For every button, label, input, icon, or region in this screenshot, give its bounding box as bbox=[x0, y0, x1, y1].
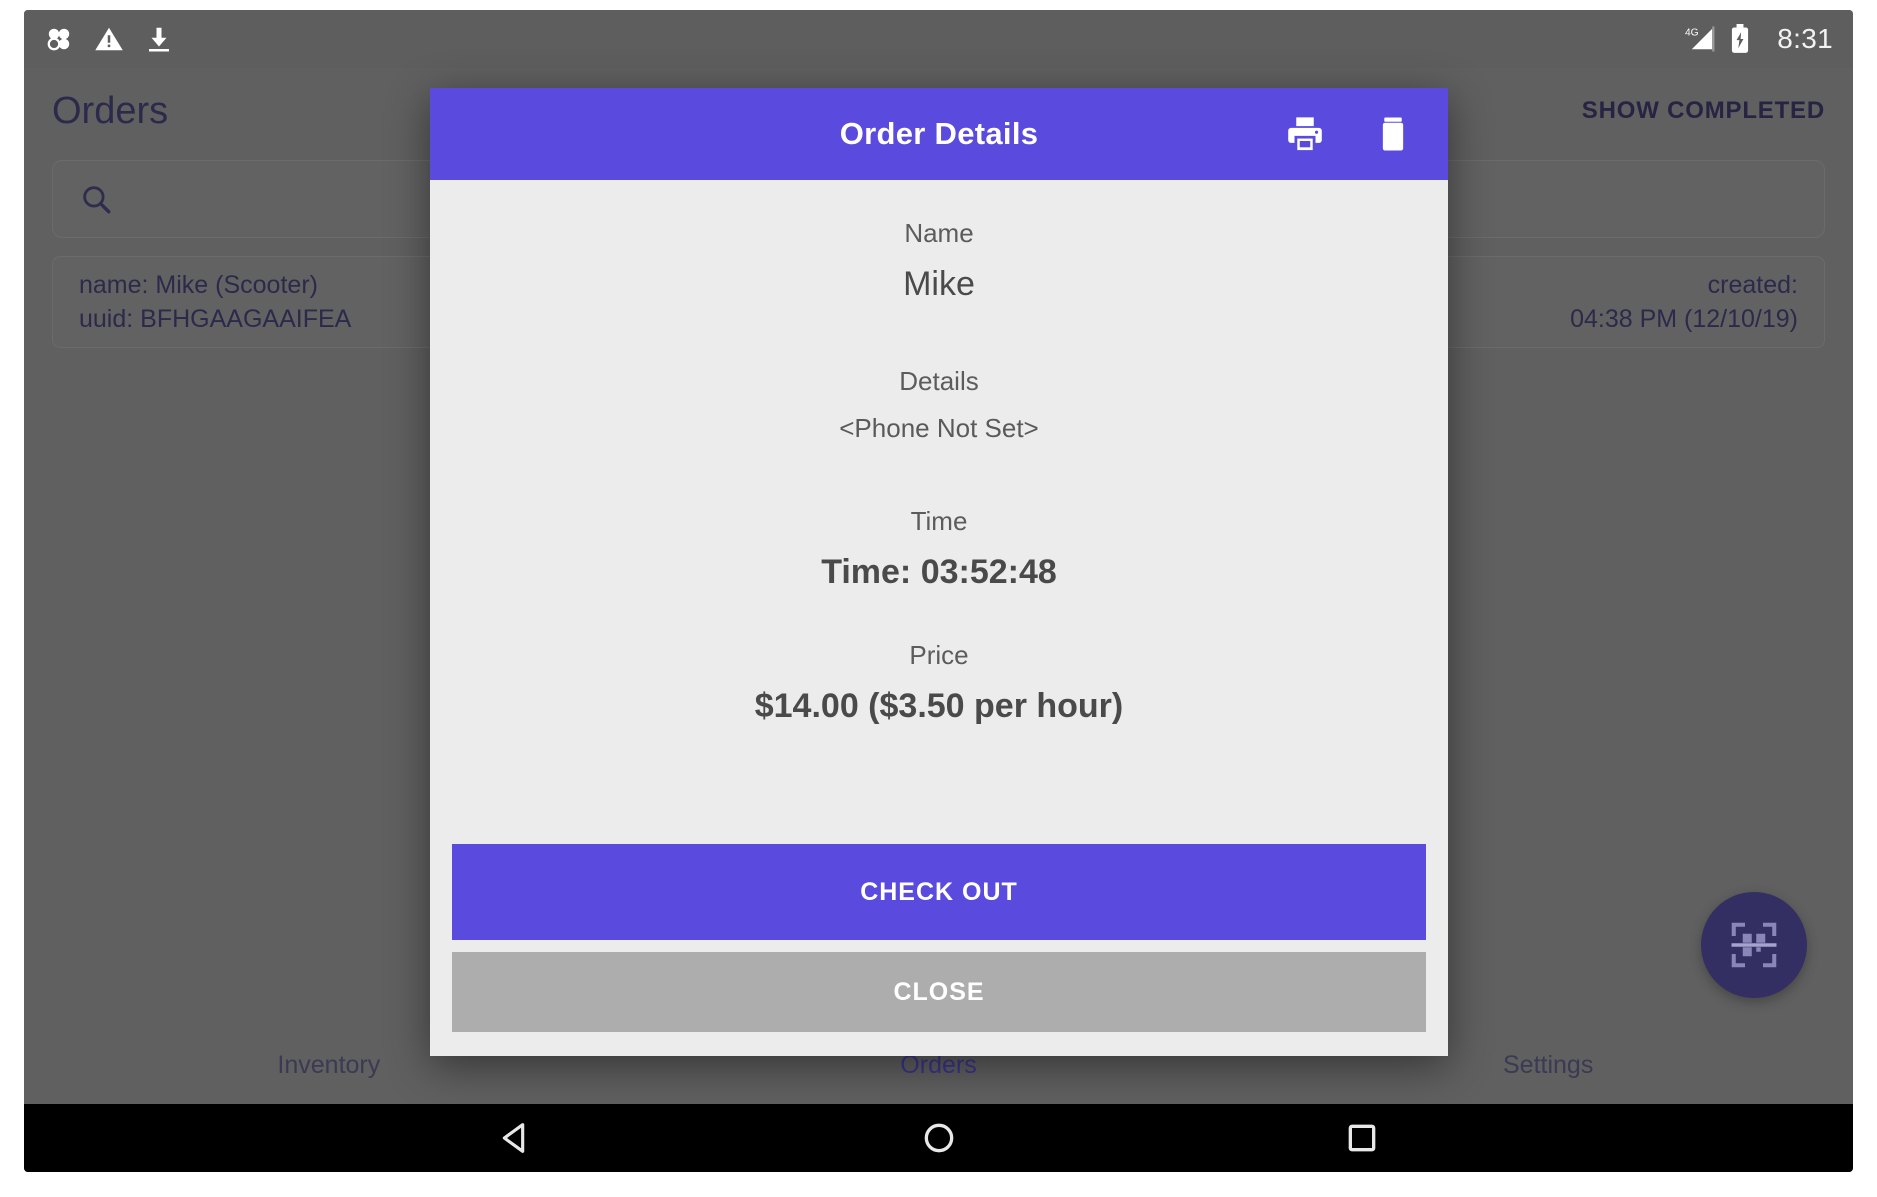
dialog-actions: CHECK OUT CLOSE bbox=[430, 844, 1448, 1056]
screenshot-root: 4G 8:31 Orders SHOW COMPLETED name: Mike… bbox=[0, 0, 1877, 1197]
order-created: created: 04:38 PM (12/10/19) bbox=[1570, 270, 1798, 334]
warning-icon bbox=[94, 24, 124, 54]
dialog-body: Name Mike Details <Phone Not Set> Time T… bbox=[430, 180, 1448, 844]
app-content: Orders SHOW COMPLETED name: Mike (Scoote… bbox=[24, 68, 1853, 1104]
home-circle-icon[interactable] bbox=[917, 1116, 961, 1160]
field-price-label: Price bbox=[909, 640, 969, 670]
check-out-button[interactable]: CHECK OUT bbox=[452, 844, 1426, 940]
qr-scan-fab[interactable] bbox=[1701, 892, 1807, 998]
close-button[interactable]: CLOSE bbox=[452, 952, 1426, 1032]
field-time-value: Time: 03:52:48 bbox=[821, 553, 1057, 591]
apps-icon bbox=[44, 24, 74, 54]
download-icon bbox=[144, 24, 174, 54]
recents-square-icon[interactable] bbox=[1340, 1116, 1384, 1160]
field-price-value: $14.00 ($3.50 per hour) bbox=[754, 687, 1124, 725]
field-details: Details <Phone Not Set> bbox=[430, 366, 1448, 444]
signal-4g-icon: 4G bbox=[1685, 24, 1715, 54]
order-name: name: Mike (Scooter) bbox=[79, 271, 318, 299]
search-icon bbox=[79, 182, 113, 216]
order-details-dialog: Order Details Name Mike Details <Phone N… bbox=[430, 88, 1448, 1056]
svg-text:4G: 4G bbox=[1685, 28, 1699, 39]
status-bar-left-icons bbox=[44, 24, 174, 54]
android-navigation-bar bbox=[24, 1104, 1853, 1172]
page-title: Orders bbox=[52, 89, 169, 132]
android-device-screen: 4G 8:31 Orders SHOW COMPLETED name: Mike… bbox=[24, 10, 1853, 1172]
field-time: Time Time: 03:52:48 bbox=[430, 506, 1448, 592]
order-uuid: uuid: BFHGAAGAAIFEA bbox=[79, 305, 352, 333]
order-created-value: 04:38 PM (12/10/19) bbox=[1570, 305, 1798, 333]
field-name-label: Name bbox=[904, 218, 974, 248]
field-details-label: Details bbox=[899, 366, 979, 396]
back-triangle-icon[interactable] bbox=[494, 1116, 538, 1160]
battery-charging-icon bbox=[1729, 24, 1759, 54]
dialog-header: Order Details bbox=[430, 88, 1448, 180]
dialog-header-actions bbox=[1284, 113, 1414, 155]
status-bar-clock: 8:31 bbox=[1777, 23, 1833, 54]
order-created-label: created: bbox=[1707, 271, 1798, 299]
field-time-label: Time bbox=[910, 506, 968, 536]
trash-icon[interactable] bbox=[1372, 113, 1414, 155]
field-name-value: Mike bbox=[903, 265, 975, 303]
printer-icon[interactable] bbox=[1284, 113, 1326, 155]
status-bar-right-icons: 4G 8:31 bbox=[1685, 23, 1833, 55]
qr-scan-icon bbox=[1727, 918, 1781, 972]
field-details-value: <Phone Not Set> bbox=[839, 413, 1039, 443]
order-identity: name: Mike (Scooter) uuid: BFHGAAGAAIFEA bbox=[79, 270, 351, 334]
status-bar: 4G 8:31 bbox=[24, 10, 1853, 68]
field-price: Price $14.00 ($3.50 per hour) bbox=[430, 640, 1448, 726]
field-name: Name Mike bbox=[430, 218, 1448, 304]
show-completed-button[interactable]: SHOW COMPLETED bbox=[1582, 97, 1825, 125]
